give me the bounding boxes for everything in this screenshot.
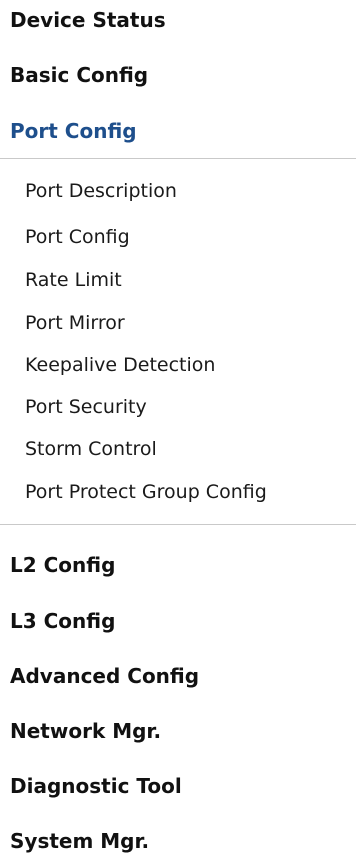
- subnav-item-port-protect-group-config[interactable]: Port Protect Group Config: [25, 479, 267, 505]
- subnav-item-keepalive-detection[interactable]: Keepalive Detection: [25, 352, 215, 378]
- subnav-item-port-security[interactable]: Port Security: [25, 394, 147, 420]
- nav-item-l2-config[interactable]: L2 Config: [10, 552, 115, 578]
- nav-item-diagnostic-tool[interactable]: Diagnostic Tool: [10, 773, 182, 799]
- nav-item-l3-config[interactable]: L3 Config: [10, 608, 115, 634]
- nav-item-advanced-config[interactable]: Advanced Config: [10, 663, 199, 689]
- subnav-item-rate-limit[interactable]: Rate Limit: [25, 267, 122, 293]
- submenu-top-divider: [0, 158, 356, 159]
- subnav-item-storm-control[interactable]: Storm Control: [25, 436, 157, 462]
- subnav-item-port-description[interactable]: Port Description: [25, 178, 177, 204]
- nav-item-device-status[interactable]: Device Status: [10, 7, 166, 33]
- nav-item-basic-config[interactable]: Basic Config: [10, 62, 148, 88]
- nav-item-port-config[interactable]: Port Config: [10, 118, 137, 144]
- subnav-item-port-mirror[interactable]: Port Mirror: [25, 310, 125, 336]
- nav-item-system-mgr[interactable]: System Mgr.: [10, 828, 149, 854]
- subnav-item-port-config[interactable]: Port Config: [25, 224, 130, 250]
- sidebar-nav: Device Status Basic Config Port Config P…: [0, 0, 356, 857]
- nav-item-network-mgr[interactable]: Network Mgr.: [10, 718, 161, 744]
- submenu-bottom-divider: [0, 524, 356, 525]
